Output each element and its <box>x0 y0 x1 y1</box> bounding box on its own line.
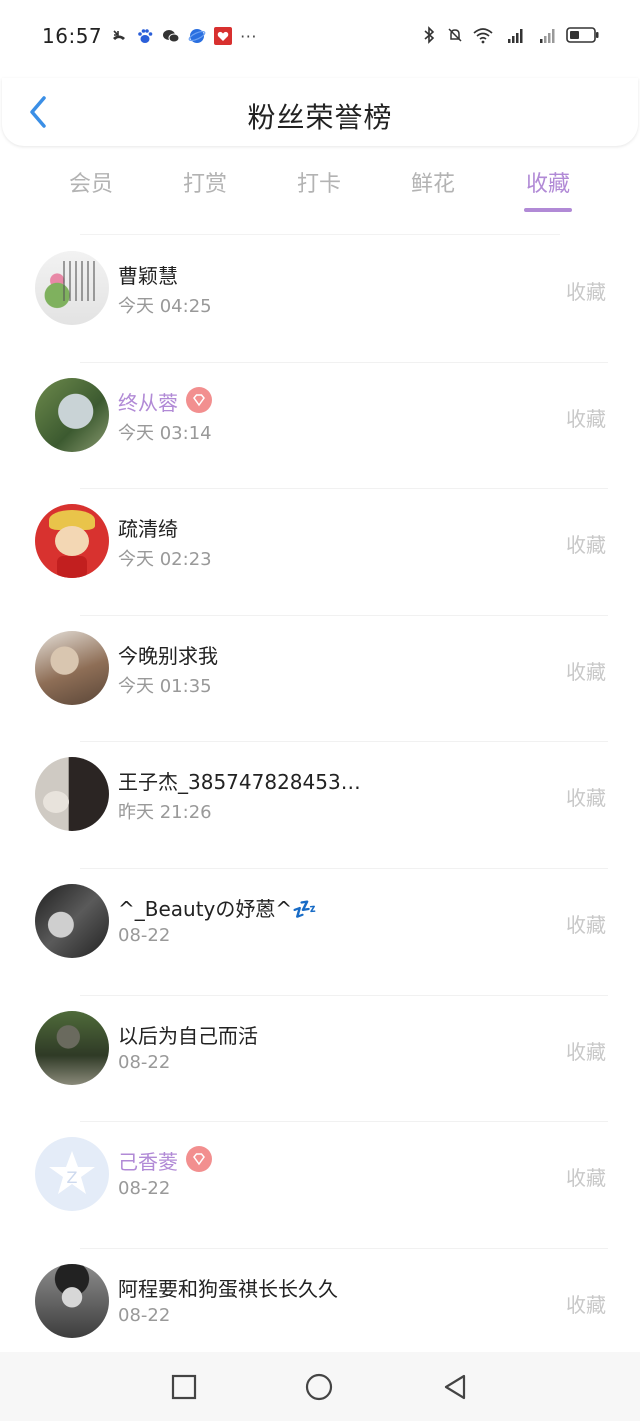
tab-bar: 会员 打赏 打卡 鲜花 收藏 <box>0 156 640 226</box>
fan-time: 今天 01:35 <box>118 675 212 697</box>
avatar <box>35 251 109 325</box>
recent-apps-square-icon[interactable] <box>169 1372 199 1402</box>
more-dots-icon: ··· <box>240 26 257 46</box>
list-item[interactable]: 终从蓉 今天 03:14 收藏 <box>0 363 640 490</box>
blue-ball-app-icon <box>188 29 206 43</box>
fan-time: 昨天 21:26 <box>118 802 212 824</box>
avatar <box>35 883 109 958</box>
tab-checkin[interactable]: 打卡 <box>269 166 369 198</box>
tab-favorites[interactable]: 收藏 <box>498 166 598 198</box>
fan-time: 今天 03:14 <box>118 422 212 444</box>
favorite-label: 收藏 <box>566 659 606 684</box>
list-item[interactable]: Z 己香菱 08-22 收藏 <box>0 1122 640 1249</box>
vip-badge <box>186 1146 212 1173</box>
fan-name: ^_Beautyの妤蒽^💤 <box>118 896 318 921</box>
fan-time: 今天 02:23 <box>118 549 212 571</box>
fan-time: 08-22 <box>118 1051 171 1073</box>
page-title: 粉丝荣誉榜 <box>247 101 393 134</box>
favorite-label: 收藏 <box>566 1166 606 1191</box>
tab-reward[interactable]: 打赏 <box>155 166 255 198</box>
avatar <box>35 757 109 832</box>
battery-icon <box>566 27 599 43</box>
fan-name: 终从蓉 <box>118 390 178 415</box>
fan-name: 以后为自己而活 <box>118 1023 258 1048</box>
fan-time: 08-22 <box>118 1304 171 1326</box>
status-time: 16:57 <box>42 24 103 48</box>
baidu-paw-icon <box>138 29 153 43</box>
missed-call-icon <box>113 30 126 40</box>
avatar <box>35 504 109 579</box>
favorite-label: 收藏 <box>566 912 606 937</box>
list-item[interactable]: 王子杰_3857478284539... 昨天 21:26 收藏 <box>0 742 640 869</box>
fan-name: 己香菱 <box>118 1150 178 1175</box>
list-item[interactable]: 今晚别求我 今天 01:35 收藏 <box>0 616 640 743</box>
red-heart-app-icon <box>214 27 233 45</box>
vip-badge <box>186 386 212 413</box>
wifi-6-icon <box>473 28 493 44</box>
list-item[interactable]: ^_Beautyの妤蒽^💤 08-22 收藏 <box>0 869 640 996</box>
mute-bell-icon <box>448 28 462 42</box>
avatar <box>35 630 109 705</box>
avatar: Z <box>35 1137 109 1212</box>
divider <box>80 234 560 235</box>
fan-name: 今晚别求我 <box>118 643 218 668</box>
avatar <box>35 1263 109 1338</box>
svg-text:Z: Z <box>67 1168 78 1187</box>
favorite-label: 收藏 <box>566 786 606 811</box>
signal-5g-icon <box>508 29 523 43</box>
fan-time: 08-22 <box>118 924 171 946</box>
tab-flowers[interactable]: 鲜花 <box>383 166 483 198</box>
diamond-icon <box>193 393 205 406</box>
wechat-icon <box>163 30 180 43</box>
active-tab-indicator <box>524 208 572 212</box>
status-right <box>420 26 600 44</box>
bluetooth-icon <box>424 26 435 44</box>
list-item[interactable]: 曹颖慧 今天 04:25 收藏 <box>0 236 640 363</box>
favorite-label: 收藏 <box>566 1039 606 1064</box>
fan-time: 今天 04:25 <box>118 296 212 317</box>
list-item[interactable]: 疏清绮 今天 02:23 收藏 <box>0 489 640 616</box>
home-circle-icon[interactable] <box>304 1372 334 1402</box>
favorite-label: 收藏 <box>566 280 606 304</box>
diamond-icon <box>193 1153 205 1166</box>
list-item[interactable]: 以后为自己而活 08-22 收藏 <box>0 996 640 1123</box>
status-bar: 16:57 ··· <box>0 0 640 78</box>
avatar <box>35 377 109 452</box>
signal-5g-2-icon <box>540 29 555 43</box>
fan-name: 曹颖慧 <box>118 264 178 288</box>
system-nav-bar <box>0 1352 640 1421</box>
header-bar: 粉丝荣誉榜 <box>2 78 638 146</box>
fan-name: 疏清绮 <box>118 517 178 542</box>
fan-list: 曹颖慧 今天 04:25 收藏 终从蓉 今天 03:14 收藏 疏清绮 今天 0… <box>0 236 640 1375</box>
fan-time: 08-22 <box>118 1178 171 1200</box>
fan-name: 阿程要和狗蛋祺长长久久 <box>118 1276 338 1301</box>
avatar <box>35 1010 109 1085</box>
favorite-label: 收藏 <box>566 533 606 558</box>
favorite-label: 收藏 <box>566 1292 606 1317</box>
status-left: 16:57 ··· <box>42 24 257 48</box>
back-triangle-icon[interactable] <box>440 1372 470 1402</box>
default-avatar-icon: Z <box>49 1151 95 1195</box>
fan-name: 王子杰_3857478284539... <box>118 770 368 795</box>
tab-member[interactable]: 会员 <box>41 166 141 198</box>
favorite-label: 收藏 <box>566 406 606 431</box>
